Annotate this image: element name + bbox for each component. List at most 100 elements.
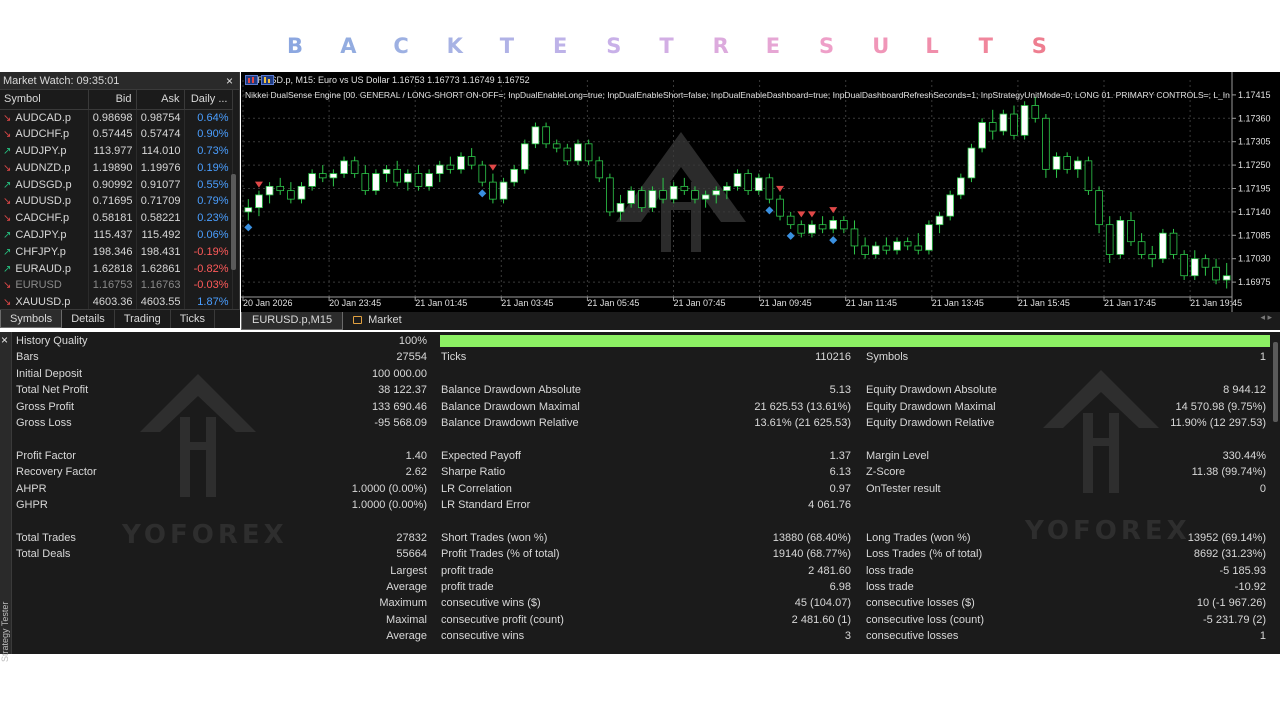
metric-label: Z-Score — [866, 466, 906, 479]
sell-signal-arrow — [829, 207, 838, 214]
tab-eurusd-chart[interactable]: EURUSD.p,M15 — [241, 312, 344, 330]
price-tick-label: 1.17195 — [1238, 184, 1271, 194]
tab-market[interactable]: Market — [343, 312, 412, 330]
tab-ticks[interactable]: Ticks — [171, 310, 215, 328]
metric-value: 1 — [1259, 630, 1266, 643]
time-tick-label: 21 Jan 09:45 — [760, 298, 812, 308]
column-header-daily[interactable]: Daily ... — [184, 90, 233, 110]
symbol-name: CADCHF.p — [15, 212, 70, 225]
metric-value: 11.90% (12 297.53) — [1170, 417, 1266, 429]
tab-trading[interactable]: Trading — [115, 310, 171, 328]
market-watch-row[interactable]: ↗ AUDJPY.p 113.977 114.010 0.73% — [0, 142, 233, 160]
price-tick-label: 1.17360 — [1238, 113, 1271, 123]
backtest-results-title: BACKTESTRESULTS — [0, 34, 1280, 60]
metric-value: Maximum — [379, 597, 427, 610]
tab-symbols[interactable]: Symbols — [0, 310, 63, 328]
arrow-down-icon: ↘ — [3, 280, 12, 292]
candle-body — [340, 160, 348, 175]
market-watch-row[interactable]: ↗ CHFJPY.p 198.346 198.431 -0.19% — [0, 243, 233, 261]
market-watch-row[interactable]: ↗ CADJPY.p 115.437 115.492 0.06% — [0, 226, 233, 244]
market-watch-row[interactable]: ↘ AUDCHF.p 0.57445 0.57474 0.90% — [0, 125, 233, 143]
metric-label: Total Net Profit — [16, 384, 89, 397]
market-watch-table: Symbol Bid Ask Daily ... ↘ AUDCAD.p 0.9869… — [0, 90, 233, 311]
title-letter: U — [872, 34, 890, 58]
title-letter: S — [819, 34, 835, 58]
sell-signal-arrow — [254, 181, 263, 188]
candle-body — [414, 173, 423, 187]
metric-label: GHPR — [16, 499, 48, 511]
arrow-down-icon: ↘ — [3, 162, 12, 174]
results-scrollbar[interactable] — [1273, 342, 1278, 422]
candle-body — [680, 185, 689, 192]
price-tick-label: 1.17140 — [1238, 207, 1271, 217]
market-watch-row[interactable]: ↗ AUDSGD.p 0.90992 0.91077 0.55% — [0, 176, 233, 193]
metric-value: Average — [386, 581, 427, 593]
price-chart[interactable]: 1.17415 1.17360 1.17305 1.17250 1.17195 1.171… — [241, 72, 1280, 312]
candle-body — [850, 228, 859, 247]
bid-cell: 1.62818 — [88, 260, 137, 277]
arrow-down-icon: ↘ — [3, 297, 12, 309]
tab-details[interactable]: Details — [62, 310, 115, 328]
chart-tabs-nav-arrows[interactable]: ◂ ▸ — [1260, 312, 1272, 323]
candle-body — [1031, 105, 1040, 119]
metric-label: Margin Level — [866, 449, 929, 462]
bid-cell: 113.977 — [88, 142, 137, 160]
symbol-cell: ↘ EURUSD — [0, 276, 89, 294]
bid-cell: 198.346 — [88, 243, 137, 261]
market-watch-header-row: Symbol Bid Ask Daily ... — [0, 90, 233, 110]
metric-label: consecutive profit (count) — [441, 613, 564, 626]
ask-cell: 198.431 — [136, 243, 185, 261]
results-row: AHPR 1.0000 (0.00%) LR Correlation 0.97 OnTe… — [12, 481, 1274, 497]
candle-body — [967, 147, 976, 179]
title-letter: R — [712, 34, 729, 58]
results-row: Gross Loss -95 568.09 Balance Drawdown Rel… — [12, 415, 1274, 431]
metric-value: 0.97 — [829, 482, 851, 495]
candle-body — [616, 202, 625, 213]
metric-value: 27554 — [396, 351, 427, 364]
metric-value: 1 — [1259, 351, 1266, 364]
close-icon[interactable]: × — [226, 72, 233, 90]
market-watch-row[interactable]: ↘ CADCHF.p 0.58181 0.58221 0.23% — [0, 209, 233, 227]
metric-label: Loss Trades (% of total) — [866, 548, 983, 561]
candle-body — [404, 173, 412, 183]
metric-label: Initial Deposit — [16, 367, 83, 380]
market-watch-title-bar: Market Watch: 09:35:01 × — [0, 72, 239, 90]
candle-body — [1063, 156, 1071, 170]
metric-value: Average — [386, 630, 427, 643]
column-header-symbol[interactable]: Symbol — [0, 90, 89, 110]
metric-value: 4 061.76 — [808, 499, 851, 511]
metric-label: AHPR — [16, 482, 47, 495]
bid-cell: 0.71695 — [88, 192, 137, 210]
results-row: Maximum consecutive wins ($) 45 (104.07) co… — [12, 595, 1274, 611]
time-tick-label: 21 Jan 19:45 — [1190, 298, 1242, 308]
market-watch-row[interactable]: ↘ EURUSD 1.16753 1.16763 -0.03% — [0, 276, 233, 294]
candle-body — [627, 190, 635, 204]
candle-body — [669, 185, 678, 200]
metric-label: Bars — [16, 351, 39, 364]
metric-value: 133 690.46 — [371, 400, 427, 413]
column-header-ask[interactable]: Ask — [136, 90, 185, 110]
market-watch-row[interactable]: ↘ AUDUSD.p 0.71695 0.71709 0.79% — [0, 192, 233, 210]
price-tick-label: 1.17415 — [1238, 90, 1271, 100]
metric-label: Profit Trades (% of total) — [441, 548, 560, 561]
market-watch-panel: Market Watch: 09:35:01 × Symbol Bid Ask … — [0, 72, 240, 328]
metric-value: 330.44% — [1222, 449, 1266, 462]
daily-change-cell: 0.55% — [184, 176, 233, 193]
candle-body — [361, 173, 370, 192]
candle-body — [1084, 160, 1093, 192]
results-row: Profit Factor 1.40 Expected Payoff 1.37 Marg… — [12, 448, 1274, 464]
symbol-name: EURUSD — [15, 279, 62, 292]
column-header-bid[interactable]: Bid — [88, 90, 137, 110]
candle-body — [574, 143, 582, 162]
metric-label: OnTester result — [866, 482, 941, 495]
market-watch-row[interactable]: ↗ EURAUD.p 1.62818 1.62861 -0.82% — [0, 260, 233, 277]
market-watch-row[interactable]: ↘ AUDNZD.p 1.19890 1.19976 0.19% — [0, 159, 233, 177]
market-watch-row[interactable]: ↘ AUDCAD.p 0.98698 0.98754 0.64% — [0, 109, 233, 126]
market-watch-scrollbar[interactable] — [231, 174, 236, 270]
results-row: History Quality 100% — [12, 333, 1274, 349]
sell-signal-arrow — [776, 185, 785, 192]
title-letter: T — [659, 34, 674, 58]
close-icon[interactable]: × — [1, 333, 8, 347]
metric-label: Balance Drawdown Relative — [441, 417, 579, 429]
candle-body — [350, 160, 359, 175]
